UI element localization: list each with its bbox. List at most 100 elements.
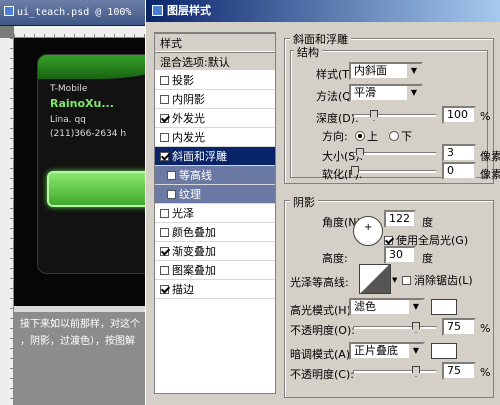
checkbox-icon[interactable] (160, 133, 169, 142)
checkbox-checked-icon[interactable] (160, 152, 169, 161)
style-item-label: 投影 (172, 74, 194, 87)
shadow-mode-value: 正片叠底 (354, 344, 398, 357)
phone-green-button (47, 171, 150, 207)
style-item[interactable]: 颜色叠加 (155, 223, 275, 242)
checkbox-icon[interactable] (160, 266, 169, 275)
style-item-label: 外发光 (172, 112, 205, 125)
size-input[interactable]: 3 (442, 144, 476, 162)
phone-mockup: T-Mobile RainoXu... Lina. qq (211)366-26… (37, 54, 150, 274)
document-title-bar[interactable]: ui_teach.psd @ 100% (0, 0, 150, 26)
direction-down-label: 下 (401, 130, 412, 143)
checkbox-icon[interactable] (160, 95, 169, 104)
radio-selected-icon (355, 131, 365, 141)
checkbox-icon[interactable] (167, 171, 176, 180)
style-item[interactable]: 光泽 (155, 204, 275, 223)
dialog-title: 图层样式 (167, 4, 211, 17)
caption-line: ，阴影，过渡色），按图解 (20, 336, 135, 347)
shadow-mode-dropdown[interactable]: 正片叠底 ▼ (349, 342, 425, 360)
anti-alias-checkbox[interactable]: 消除锯齿(L) (402, 272, 473, 288)
highlight-opacity-slider[interactable] (353, 322, 437, 333)
style-item[interactable]: 外发光 (155, 109, 275, 128)
checkbox-checked-icon[interactable] (160, 247, 169, 256)
altitude-label: 高度: (322, 252, 348, 265)
shadow-opacity-slider[interactable] (353, 366, 437, 377)
style-list-header[interactable]: 样式 (155, 33, 275, 52)
chevron-down-icon[interactable]: ▼ (392, 276, 397, 284)
gloss-contour-picker[interactable] (359, 264, 391, 294)
style-item[interactable]: 描边 (155, 280, 275, 299)
phone-contact-name: RainoXu... (50, 97, 114, 110)
depth-slider[interactable] (353, 110, 437, 121)
checkbox-icon[interactable] (167, 190, 176, 199)
document-canvas[interactable]: T-Mobile RainoXu... Lina. qq (211)366-26… (14, 38, 150, 306)
gloss-contour-label: 光泽等高线: (290, 276, 349, 289)
depth-input[interactable]: 100 (442, 106, 476, 124)
style-item[interactable]: 渐变叠加 (155, 242, 275, 261)
phone-contact-qq: Lina. qq (50, 115, 86, 125)
altitude-input[interactable]: 30 (384, 246, 416, 264)
highlight-opacity-label: 不透明度(O): (290, 324, 355, 337)
structure-title: 结构 (294, 44, 322, 60)
technique-dropdown[interactable]: 平滑 ▼ (349, 84, 423, 102)
angle-unit: 度 (422, 216, 433, 229)
depth-label: 深度(D): (316, 112, 359, 125)
phone-header-swoosh (38, 55, 150, 79)
dialog-title-bar[interactable]: 图层样式 (146, 0, 500, 22)
highlight-opacity-input[interactable]: 75 (442, 318, 476, 336)
technique-value: 平滑 (354, 86, 376, 99)
angle-dial[interactable] (353, 216, 383, 246)
altitude-unit: 度 (422, 252, 433, 265)
shadow-opacity-unit: % (480, 366, 491, 379)
chevron-down-icon: ▼ (406, 86, 421, 100)
chevron-down-icon: ▼ (408, 344, 423, 358)
highlight-color-swatch[interactable] (431, 299, 457, 315)
angle-input[interactable]: 122 (384, 210, 416, 228)
style-item-label: 颜色叠加 (172, 226, 216, 239)
checkbox-checked-icon[interactable] (160, 285, 169, 294)
layer-style-dialog: 图层样式 样式 混合选项:默认 投影内阴影外发光内发光斜面和浮雕等高线 纹理 光泽颜… (145, 0, 500, 405)
tutorial-caption: 接下来如以前那样，对这个 ，阴影，过渡色），按图解 (14, 312, 150, 405)
chevron-down-icon: ▼ (406, 64, 421, 78)
document-title: ui_teach.psd @ 100% (17, 7, 132, 18)
soften-slider[interactable] (351, 166, 437, 177)
style-item[interactable]: 内发光 (155, 128, 275, 147)
caption-line: 接下来如以前那样，对这个 (20, 319, 140, 330)
style-item[interactable]: 内阴影 (155, 90, 275, 109)
style-item[interactable]: 等高线 (155, 166, 275, 185)
size-unit: 像素 (480, 150, 500, 163)
style-item[interactable]: 纹理 (155, 185, 275, 204)
direction-down-radio[interactable]: 下 (389, 128, 412, 144)
style-item-label: 斜面和浮雕 (172, 150, 227, 163)
document-window: ui_teach.psd @ 100% T-Mobile RainoXu... … (0, 0, 150, 405)
style-item-label: 内发光 (172, 131, 205, 144)
highlight-mode-dropdown[interactable]: 滤色 ▼ (349, 298, 425, 316)
size-slider[interactable] (353, 148, 437, 159)
phone-carrier: T-Mobile (50, 84, 88, 94)
bevel-style-value: 内斜面 (354, 64, 387, 77)
style-list: 样式 混合选项:默认 投影内阴影外发光内发光斜面和浮雕等高线 纹理 光泽颜色叠加渐变… (154, 32, 276, 394)
checkbox-icon[interactable] (160, 228, 169, 237)
bevel-style-dropdown[interactable]: 内斜面 ▼ (349, 62, 423, 80)
checkbox-checked-icon (384, 236, 393, 245)
shadow-mode-label: 暗调模式(A): (290, 348, 354, 361)
direction-up-radio[interactable]: 上 (355, 128, 378, 144)
checkbox-icon (402, 276, 411, 285)
depth-unit: % (480, 110, 491, 123)
highlight-mode-label: 高光模式(H): (290, 304, 355, 317)
soften-input[interactable]: 0 (442, 162, 476, 180)
style-item[interactable]: 图案叠加 (155, 261, 275, 280)
style-item[interactable]: 斜面和浮雕 (155, 147, 275, 166)
soften-unit: 像素 (480, 168, 500, 181)
radio-icon (389, 131, 399, 141)
direction-up-label: 上 (367, 130, 378, 143)
style-item-label: 渐变叠加 (172, 245, 216, 258)
style-item[interactable]: 投影 (155, 71, 275, 90)
checkbox-icon[interactable] (160, 209, 169, 218)
blending-options-item[interactable]: 混合选项:默认 (155, 52, 275, 71)
horizontal-ruler (14, 26, 150, 38)
shadow-opacity-input[interactable]: 75 (442, 362, 476, 380)
checkbox-icon[interactable] (160, 76, 169, 85)
shadow-color-swatch[interactable] (431, 343, 457, 359)
checkbox-checked-icon[interactable] (160, 114, 169, 123)
shading-title: 阴影 (290, 194, 318, 210)
